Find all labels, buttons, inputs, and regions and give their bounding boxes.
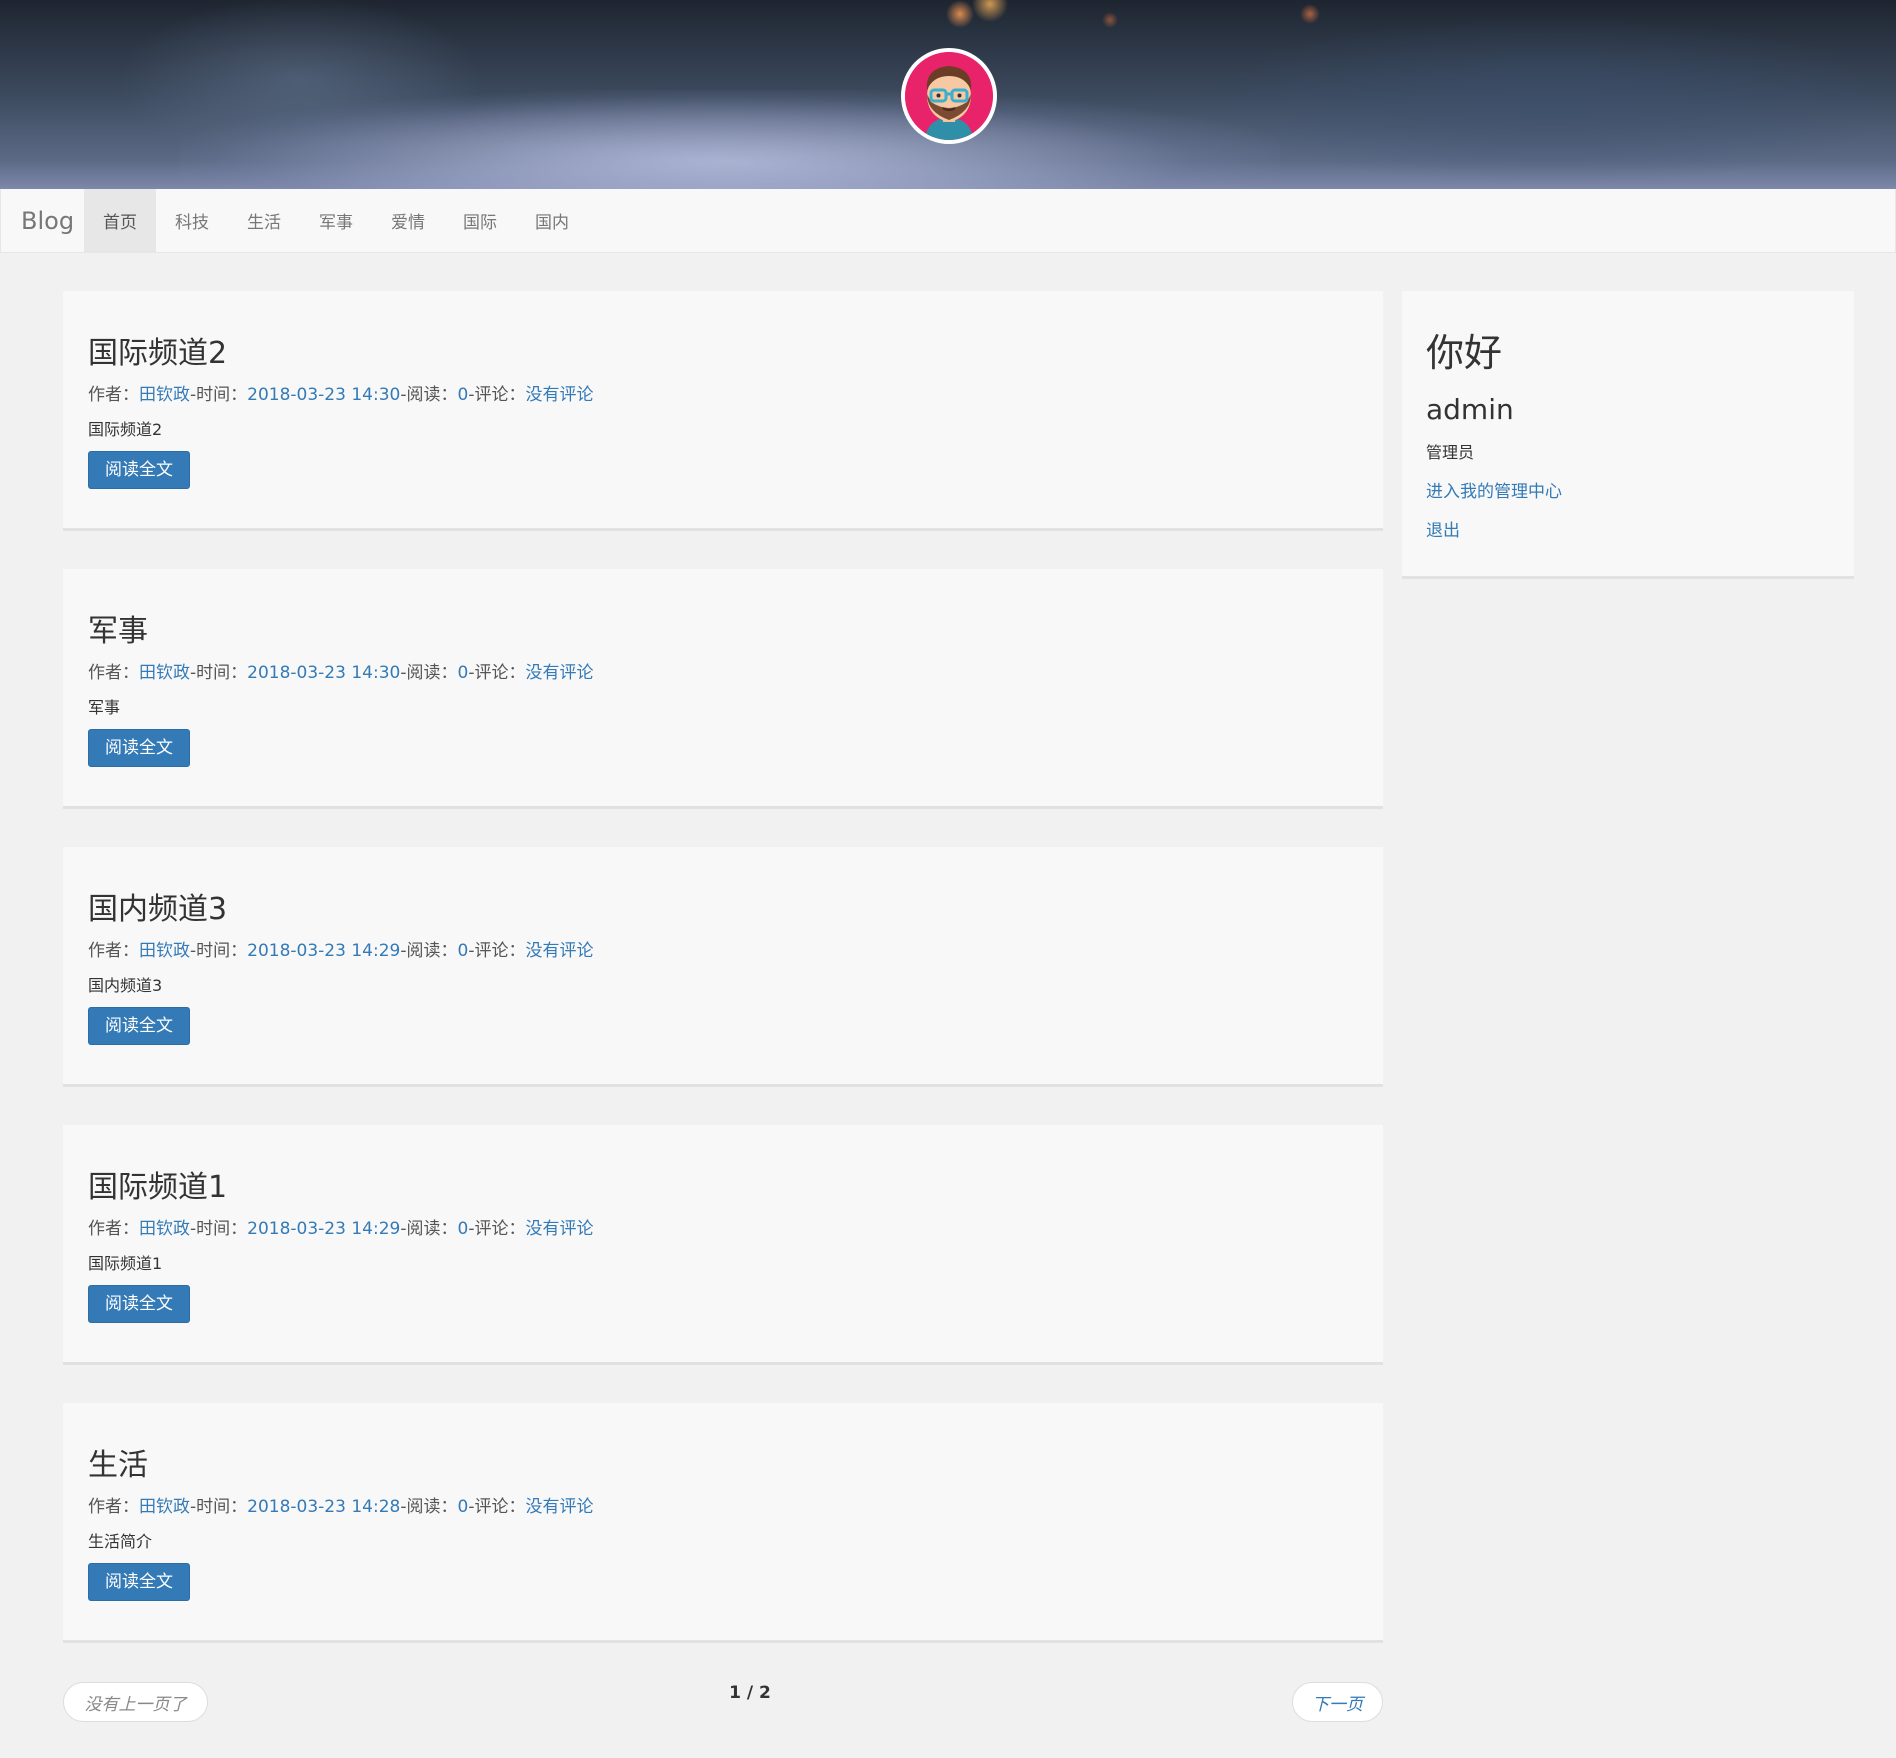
comments-link[interactable]: 没有评论	[525, 941, 593, 961]
author-link[interactable]: 田钦政	[139, 1219, 190, 1239]
reads-label: -阅读：	[400, 663, 458, 683]
comments-label: -评论：	[468, 385, 526, 405]
author-link[interactable]: 田钦政	[139, 1497, 190, 1517]
comments-label: -评论：	[468, 663, 526, 683]
post-time: 2018-03-23 14:30	[247, 385, 401, 405]
nav-item-domestic[interactable]: 国内	[516, 189, 588, 252]
nav-item-life[interactable]: 生活	[228, 189, 300, 252]
comments-label: -评论：	[468, 1219, 526, 1239]
post-title[interactable]: 军事	[88, 615, 1358, 648]
nav-item-love[interactable]: 爱情	[372, 189, 444, 252]
post-summary: 国际频道1	[88, 1254, 163, 1274]
nav-item-home[interactable]: 首页	[84, 189, 156, 252]
page-indicator: 1 / 2	[729, 1683, 771, 1703]
reads-label: -阅读：	[400, 941, 458, 961]
author-link[interactable]: 田钦政	[139, 663, 190, 683]
post-card: 军事 作者：田钦政-时间：2018-03-23 14:30-阅读：0-评论：没有…	[63, 569, 1383, 809]
post-time: 2018-03-23 14:29	[247, 1219, 401, 1239]
cartoon-man-avatar-icon	[905, 52, 993, 140]
post-time: 2018-03-23 14:30	[247, 663, 401, 683]
author-label: 作者：	[88, 1219, 139, 1239]
banner-background-image	[180, 90, 1280, 189]
post-meta: 作者：田钦政-时间：2018-03-23 14:29-阅读：0-评论：没有评论	[88, 1216, 1358, 1243]
author-label: 作者：	[88, 663, 139, 683]
post-title[interactable]: 国内频道3	[88, 893, 1358, 926]
prev-page-button: 没有上一页了	[63, 1682, 208, 1722]
user-sidebar: 你好 admin 管理员 进入我的管理中心 退出	[1402, 291, 1854, 579]
post-meta: 作者：田钦政-时间：2018-03-23 14:29-阅读：0-评论：没有评论	[88, 938, 1358, 965]
top-navbar: Blog 首页 科技 生活 军事 爱情 国际 国内	[0, 189, 1896, 253]
post-meta: 作者：田钦政-时间：2018-03-23 14:30-阅读：0-评论：没有评论	[88, 382, 1358, 409]
post-meta: 作者：田钦政-时间：2018-03-23 14:30-阅读：0-评论：没有评论	[88, 660, 1358, 687]
post-title[interactable]: 国际频道1	[88, 1171, 1358, 1204]
time-label: -时间：	[190, 941, 248, 961]
nav-item-international[interactable]: 国际	[444, 189, 516, 252]
post-title[interactable]: 国际频道2	[88, 337, 1358, 370]
comments-link[interactable]: 没有评论	[525, 663, 593, 683]
time-label: -时间：	[190, 1219, 248, 1239]
read-more-button[interactable]: 阅读全文	[88, 728, 190, 768]
logout-link[interactable]: 退出	[1426, 516, 1830, 541]
post-card: 生活 作者：田钦政-时间：2018-03-23 14:28-阅读：0-评论：没有…	[63, 1403, 1383, 1643]
post-summary: 国内频道3	[88, 976, 163, 996]
nav-item-tech[interactable]: 科技	[156, 189, 228, 252]
comments-link[interactable]: 没有评论	[525, 1497, 593, 1517]
post-card: 国际频道2 作者：田钦政-时间：2018-03-23 14:30-阅读：0-评论…	[63, 291, 1383, 531]
read-more-button[interactable]: 阅读全文	[88, 1284, 190, 1324]
post-meta: 作者：田钦政-时间：2018-03-23 14:28-阅读：0-评论：没有评论	[88, 1494, 1358, 1521]
read-count: 0	[457, 663, 469, 683]
header-banner	[0, 0, 1896, 189]
post-time: 2018-03-23 14:28	[247, 1497, 401, 1517]
avatar	[901, 48, 997, 144]
post-card: 国内频道3 作者：田钦政-时间：2018-03-23 14:29-阅读：0-评论…	[63, 847, 1383, 1087]
read-count: 0	[457, 1219, 469, 1239]
author-label: 作者：	[88, 1497, 139, 1517]
nav-item-military[interactable]: 军事	[300, 189, 372, 252]
comments-link[interactable]: 没有评论	[525, 385, 593, 405]
post-summary: 国际频道2	[88, 420, 163, 440]
time-label: -时间：	[190, 385, 248, 405]
read-count: 0	[457, 385, 469, 405]
author-label: 作者：	[88, 385, 139, 405]
admin-center-link[interactable]: 进入我的管理中心	[1426, 477, 1830, 502]
reads-label: -阅读：	[400, 385, 458, 405]
post-card: 国际频道1 作者：田钦政-时间：2018-03-23 14:29-阅读：0-评论…	[63, 1125, 1383, 1365]
post-time: 2018-03-23 14:29	[247, 941, 401, 961]
reads-label: -阅读：	[400, 1219, 458, 1239]
read-count: 0	[457, 941, 469, 961]
post-title[interactable]: 生活	[88, 1449, 1358, 1482]
username: admin	[1426, 392, 1514, 426]
greeting-heading: 你好	[1426, 331, 1503, 375]
read-count: 0	[457, 1497, 469, 1517]
user-role: 管理员	[1426, 443, 1475, 463]
author-link[interactable]: 田钦政	[139, 385, 190, 405]
next-page-button[interactable]: 下一页	[1292, 1682, 1383, 1722]
time-label: -时间：	[190, 663, 248, 683]
read-more-button[interactable]: 阅读全文	[88, 1006, 190, 1046]
reads-label: -阅读：	[400, 1497, 458, 1517]
read-more-button[interactable]: 阅读全文	[88, 1562, 190, 1602]
brand-link[interactable]: Blog	[1, 189, 84, 252]
post-list: 国际频道2 作者：田钦政-时间：2018-03-23 14:30-阅读：0-评论…	[63, 291, 1383, 1681]
comments-label: -评论：	[468, 941, 526, 961]
comments-label: -评论：	[468, 1497, 526, 1517]
time-label: -时间：	[190, 1497, 248, 1517]
read-more-button[interactable]: 阅读全文	[88, 450, 190, 490]
post-summary: 军事	[88, 698, 121, 718]
post-summary: 生活简介	[88, 1532, 153, 1552]
author-link[interactable]: 田钦政	[139, 941, 190, 961]
author-label: 作者：	[88, 941, 139, 961]
comments-link[interactable]: 没有评论	[525, 1219, 593, 1239]
